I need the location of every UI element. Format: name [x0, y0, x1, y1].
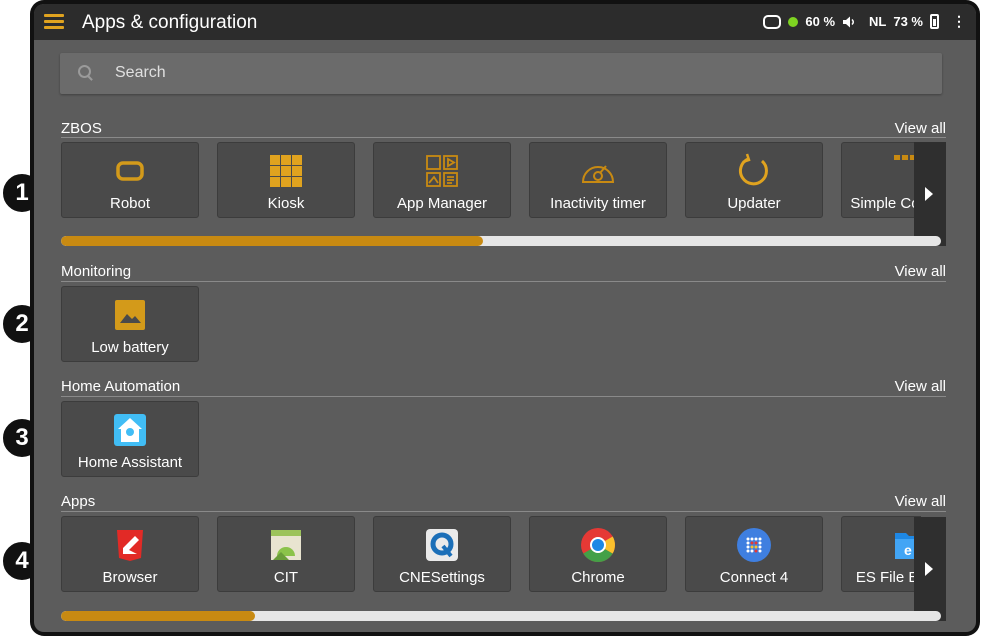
tile-label: App Manager	[396, 195, 488, 212]
tile-kiosk[interactable]: Kiosk	[217, 142, 355, 218]
robot-battery-level: 60 %	[805, 14, 836, 29]
section-divider	[61, 511, 946, 512]
tile-simple-composer[interactable]: Simple Composer	[841, 142, 921, 218]
view-all-home-automation-link[interactable]: View all	[895, 378, 946, 395]
tablet-battery-level: 73 %	[893, 14, 923, 29]
app-manager-icon	[424, 153, 460, 189]
section-title-home-automation: Home Automation	[61, 378, 181, 395]
tile-home-assistant[interactable]: Home Assistant	[61, 401, 199, 477]
tile-label: Browser	[102, 569, 158, 586]
zbos-scroll-progress[interactable]	[61, 236, 941, 246]
tile-browser[interactable]: Browser	[61, 516, 199, 592]
tile-label: Connect 4	[719, 569, 789, 586]
scroll-right-arrow-zbos[interactable]	[914, 142, 946, 246]
tile-label: Robot	[109, 195, 151, 212]
tile-es-file-explorer[interactable]: e ES File Explorer	[841, 516, 921, 592]
zbos-tile-row: Robot Kiosk App Manager Inactivity timer…	[61, 142, 921, 222]
scroll-right-arrow-apps[interactable]	[914, 517, 946, 621]
tile-low-battery[interactable]: Low battery	[61, 286, 199, 362]
grid-icon	[268, 153, 304, 189]
tile-cnesettings[interactable]: CNESettings	[373, 516, 511, 592]
tile-label: Updater	[727, 195, 781, 212]
connect4-icon	[736, 527, 772, 563]
tile-label: ES File Explorer	[855, 569, 921, 586]
section-title-monitoring: Monitoring	[61, 263, 132, 280]
app-screen: Apps & configuration 60 % NL 73 % ⋮ Sear…	[34, 4, 976, 632]
q-settings-icon	[424, 527, 460, 563]
tile-label: Low battery	[91, 339, 169, 356]
tile-label: Simple Composer	[850, 195, 921, 212]
view-all-apps-link[interactable]: View all	[895, 493, 946, 510]
tile-label: Kiosk	[267, 195, 305, 212]
section-divider	[61, 281, 946, 282]
connection-dot-icon	[788, 16, 799, 27]
tile-connect-4[interactable]: Connect 4	[685, 516, 823, 592]
tile-inactivity-timer[interactable]: Inactivity timer	[529, 142, 667, 218]
tile-label: Home Assistant	[77, 454, 183, 471]
tile-label: CNESettings	[399, 569, 485, 586]
tile-cit[interactable]: CIT	[217, 516, 355, 592]
robot-icon	[112, 153, 148, 189]
tile-label: CIT	[273, 569, 299, 586]
more-options-icon[interactable]: ⋮	[952, 13, 966, 30]
menu-icon[interactable]	[44, 14, 64, 30]
speedometer-icon	[580, 153, 616, 189]
volume-icon[interactable]	[842, 15, 856, 29]
tile-robot[interactable]: Robot	[61, 142, 199, 218]
section-divider	[61, 396, 946, 397]
search-icon	[78, 65, 91, 78]
svg-text:e: e	[904, 542, 912, 558]
top-bar: Apps & configuration 60 % NL 73 % ⋮	[34, 4, 976, 40]
scroll-progress-fill	[61, 236, 484, 246]
home-assistant-icon	[112, 412, 148, 448]
image-icon	[112, 297, 148, 333]
tile-updater[interactable]: Updater	[685, 142, 823, 218]
page-title: Apps & configuration	[82, 12, 258, 33]
scroll-progress-fill	[61, 611, 255, 621]
view-all-zbos-link[interactable]: View all	[895, 120, 946, 137]
language-selector[interactable]: NL	[869, 14, 886, 29]
apps-scroll-progress[interactable]	[61, 611, 941, 621]
search-bar[interactable]: Search	[60, 53, 942, 94]
android-icon	[268, 527, 304, 563]
search-input[interactable]: Search	[115, 64, 166, 82]
battery-icon	[930, 14, 939, 29]
home-automation-tile-row: Home Assistant	[61, 401, 261, 481]
view-all-monitoring-link[interactable]: View all	[895, 263, 946, 280]
refresh-icon	[736, 153, 772, 189]
chrome-icon	[580, 527, 616, 563]
section-title-apps: Apps	[61, 493, 96, 510]
status-bar: 60 % NL 73 % ⋮	[763, 13, 966, 30]
section-title-zbos: ZBOS	[61, 120, 102, 137]
robot-status-icon	[763, 14, 782, 29]
section-divider	[61, 137, 946, 138]
browser-icon	[112, 527, 148, 563]
tile-label: Inactivity timer	[550, 195, 646, 212]
tile-app-manager[interactable]: App Manager	[373, 142, 511, 218]
tile-chrome[interactable]: Chrome	[529, 516, 667, 592]
apps-tile-row: Browser CIT CNESettings Chrome Connect 4…	[61, 516, 921, 596]
tile-label: Chrome	[571, 569, 625, 586]
monitoring-tile-row: Low battery	[61, 286, 261, 366]
